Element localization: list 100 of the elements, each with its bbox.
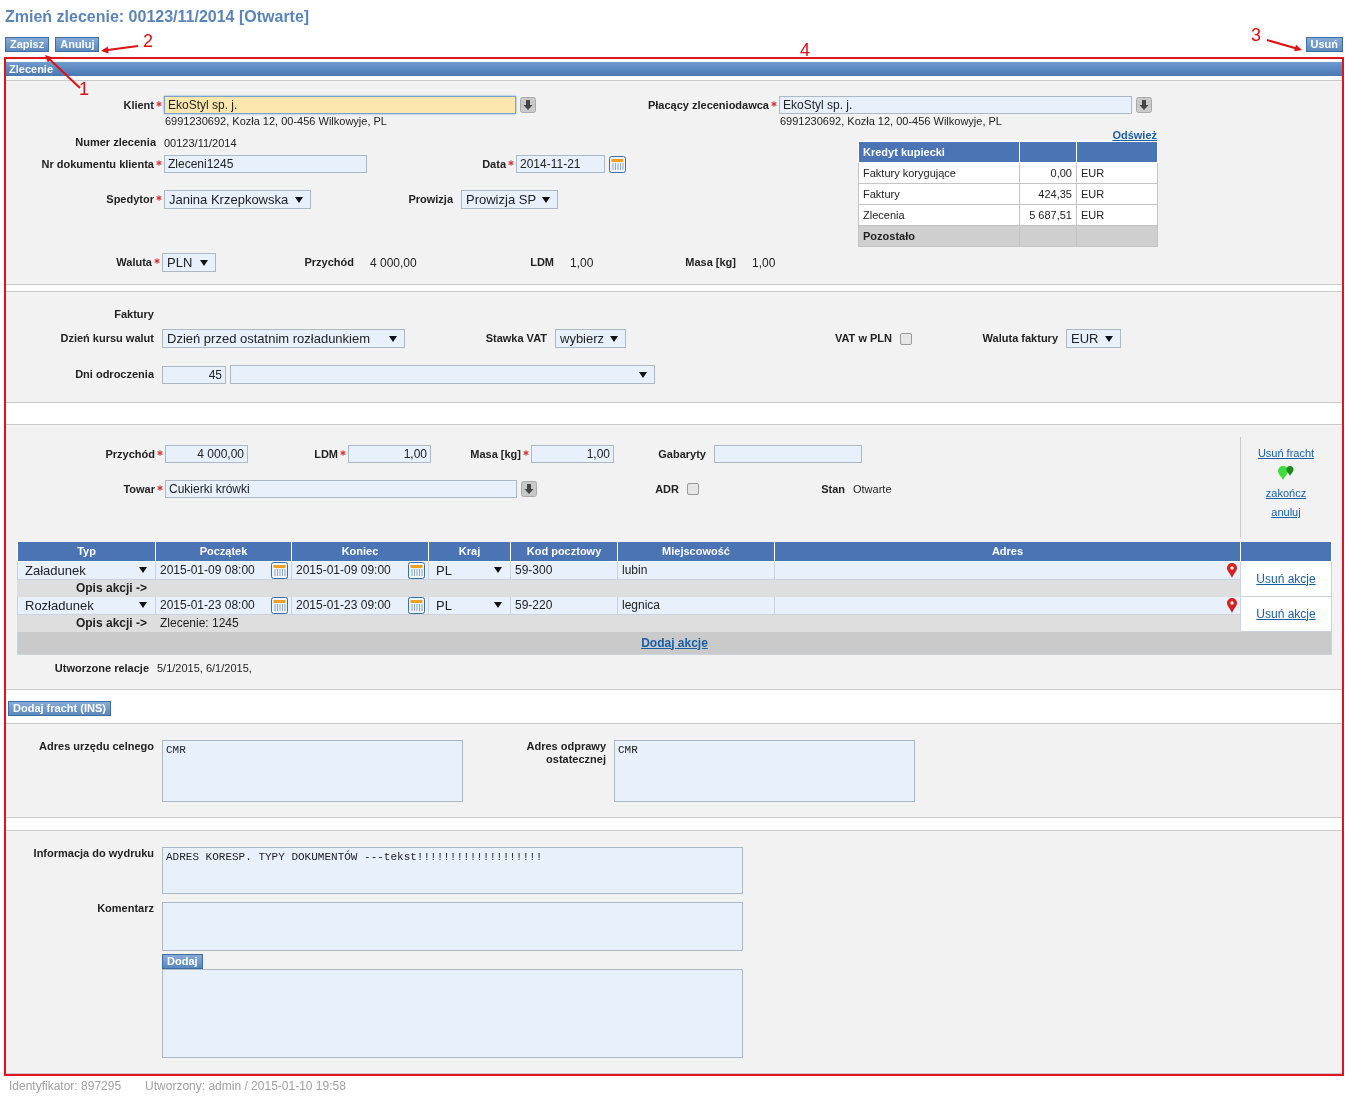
text-field[interactable]: Cukierki krówki (165, 480, 517, 498)
column-header: Typ (17, 542, 156, 561)
field-label: Masa [kg] (685, 256, 736, 269)
caret-icon (542, 196, 550, 203)
dropdown[interactable]: Rozładunek (18, 596, 155, 614)
annotation-number: 1 (79, 80, 89, 98)
field-label: Faktury (114, 308, 154, 321)
text-area[interactable]: CMR (614, 739, 915, 802)
map-pin-icon[interactable] (1227, 562, 1237, 578)
table-cell: Pozostało (858, 225, 1020, 247)
caret-icon (295, 196, 303, 203)
text-field[interactable]: EkoStyl sp. j. (164, 96, 516, 114)
map-pins-icon (1277, 466, 1295, 480)
footer-text: Identyfikator: 897295 (9, 1078, 122, 1093)
refresh-link[interactable]: Odśwież (1112, 129, 1157, 141)
dropdown[interactable]: Prowizja SP (461, 190, 558, 209)
text-field[interactable]: 1,00 (348, 445, 431, 463)
field-value: 00123/11/2014 (164, 136, 237, 149)
table-header: Kredyt kupiecki (858, 141, 1020, 163)
annotation-number: 3 (1251, 26, 1261, 44)
field-label: LDM (530, 256, 554, 269)
column-header: Kod pocztowy (510, 542, 618, 561)
field-value: 1,00 (752, 255, 776, 270)
caret-icon (200, 259, 208, 266)
field-label: Waluta (116, 256, 152, 269)
checkbox[interactable] (687, 483, 699, 495)
text-field[interactable]: 4 000,00 (165, 445, 248, 463)
text-field[interactable]: Zleceni1245 (164, 155, 367, 173)
page-title: Zmień zlecenie: 00123/11/2014 [Otwarte] (5, 8, 311, 27)
text-field[interactable] (714, 445, 862, 463)
text-field[interactable]: 1,00 (531, 445, 614, 463)
caret-icon (610, 335, 618, 342)
field-label: ADR (655, 482, 679, 496)
download-arrow-icon[interactable] (1136, 97, 1152, 113)
column-header: Adres (774, 542, 1241, 561)
dropdown[interactable]: Dzień przed ostatnim rozładunkiem (162, 329, 405, 348)
field-label: Przychód (304, 256, 354, 269)
add-action-link[interactable]: Dodaj akcje (641, 635, 708, 650)
text-field[interactable]: lubin (618, 561, 774, 579)
table-cell: Zlecenia (858, 204, 1020, 226)
dropdown[interactable]: Janina Krzepkowska (164, 190, 311, 209)
freight-link[interactable]: anuluj (1271, 506, 1301, 518)
calendar-icon[interactable] (609, 155, 626, 173)
freight-link[interactable]: Usuń fracht (1257, 447, 1315, 459)
text-field[interactable]: 59-300 (511, 561, 617, 579)
column-header: Początek (155, 542, 292, 561)
caret-icon (494, 602, 502, 608)
field-label: Utworzone relacje (54, 661, 149, 675)
text-field[interactable]: EkoStyl sp. j. (779, 96, 1132, 114)
freight-link[interactable]: zakończ (1265, 487, 1307, 499)
text-field[interactable]: legnica (618, 596, 774, 614)
caret-icon (389, 335, 397, 342)
field-value: 4 000,00 (370, 255, 417, 270)
annotation-number: 4 (800, 41, 810, 59)
payer-details: 6991230692, Kozła 12, 00-456 Wilkowyje, PL (780, 115, 1002, 127)
text-field[interactable]: 2014-11-21 (516, 155, 605, 173)
field-label: Adres odprawy ostatecznej (525, 739, 606, 766)
checkbox[interactable] (900, 332, 912, 345)
dropdown[interactable]: EUR (1066, 329, 1121, 348)
field-label: Towar (123, 482, 155, 496)
caret-icon (639, 371, 647, 378)
field-value: 5/1/2015, 6/1/2015, (157, 662, 252, 674)
annotation-number: 2 (143, 32, 153, 50)
download-arrow-icon[interactable] (521, 481, 537, 497)
panel-header: Zlecenie (6, 62, 1342, 76)
field-label: Masa [kg] (470, 447, 521, 461)
dropdown[interactable]: PLN (162, 253, 216, 272)
field-label: Data (482, 157, 506, 171)
status-value: Otwarte (853, 483, 892, 495)
field-value: 1,00 (570, 255, 594, 270)
dropdown[interactable]: PL (429, 561, 510, 579)
caret-icon (494, 567, 502, 573)
field-label: Informacja do wydruku (33, 846, 154, 860)
field-label: Stan (821, 482, 845, 496)
dropdown[interactable]: PL (429, 596, 510, 614)
field-label: Przychód (105, 447, 155, 461)
text-area[interactable]: ADRES KORESP. TYPY DOKUMENTÓW ---tekst!!!!!!!!!!!!!!!!!!! (162, 846, 743, 894)
field-label: LDM (314, 447, 338, 461)
field-label: Adres urzędu celnego (39, 739, 154, 753)
caret-icon (1105, 335, 1113, 342)
field-label: Prowizja (408, 193, 453, 206)
table-cell: Faktury (858, 183, 1020, 205)
client-details: 6991230692, Kozła 12, 00-456 Wilkowyje, PL (165, 115, 387, 127)
map-pin-icon[interactable] (1227, 597, 1237, 613)
text-area[interactable]: CMR (162, 739, 463, 802)
download-arrow-icon[interactable] (520, 97, 536, 113)
column-header: Koniec (291, 542, 429, 561)
dropdown[interactable]: Załadunek (18, 561, 155, 579)
annotation-arrow (1266, 39, 1302, 52)
column-header: Miejscowość (617, 542, 775, 561)
caret-icon (139, 602, 147, 608)
field-label: VAT w PLN (834, 332, 892, 345)
table-cell: Faktury korygujące (858, 162, 1020, 184)
field-label: Dni odroczenia (75, 368, 154, 381)
text-field[interactable]: 45 (162, 365, 226, 384)
text-field[interactable]: 59-220 (511, 596, 617, 614)
field-label: Komentarz (97, 901, 154, 915)
field-label: Numer zlecenia (75, 136, 156, 149)
field-label: Spedytor (106, 193, 154, 206)
dropdown[interactable]: wybierz (555, 329, 626, 348)
